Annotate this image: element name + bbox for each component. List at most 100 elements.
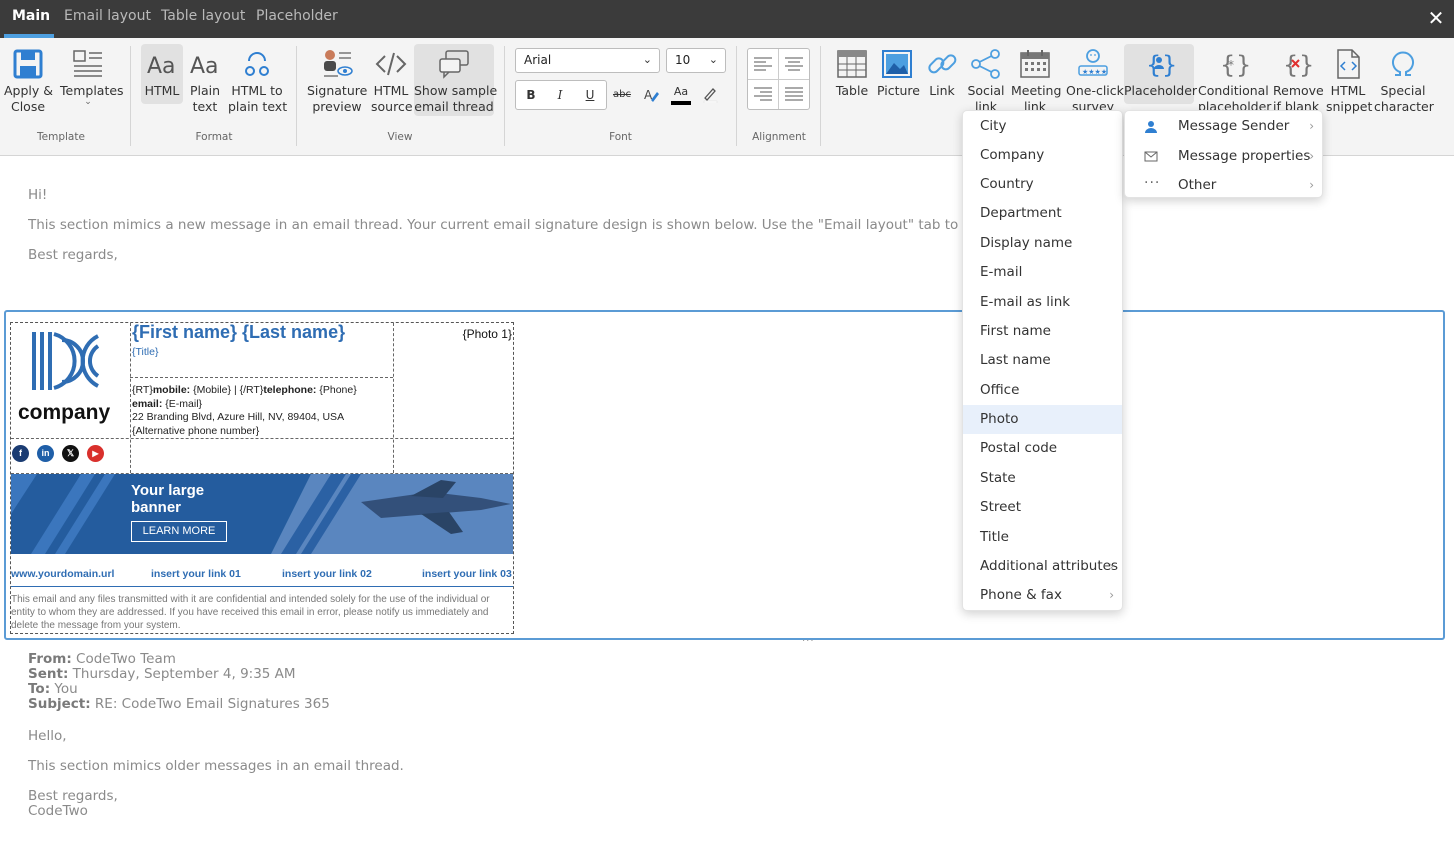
- menu-item-message-sender[interactable]: Message Sender ›: [1125, 112, 1322, 141]
- custom-link-03[interactable]: insert your link 03: [422, 568, 512, 580]
- close-icon[interactable]: ✕: [1426, 8, 1446, 28]
- facebook-icon[interactable]: f: [12, 445, 29, 462]
- plain-text-button[interactable]: Aa Plain text: [187, 44, 223, 115]
- align-right-icon[interactable]: [752, 85, 774, 103]
- menu-item-office[interactable]: Office: [963, 376, 1122, 405]
- conditional-placeholder-button[interactable]: { } * Conditional placeholder: [1198, 44, 1271, 115]
- show-sample-email-thread-button[interactable]: Show sample email thread: [414, 44, 497, 116]
- signature-contact-block[interactable]: {RT}mobile: {Mobile} | {/RT}telephone: {…: [132, 384, 357, 438]
- menu-item-additional-attributes[interactable]: Additional attributes ›: [963, 552, 1122, 581]
- clear-format-button[interactable]: A: [639, 84, 663, 106]
- italic-button[interactable]: I: [548, 84, 572, 106]
- linkedin-icon[interactable]: in: [37, 445, 54, 462]
- clear-format-icon: A: [644, 88, 659, 102]
- chevron-down-icon: ⌄: [708, 53, 718, 66]
- menu-item-city[interactable]: City: [963, 112, 1122, 141]
- signature-preview-button[interactable]: Signature preview: [307, 44, 367, 115]
- picture-button[interactable]: Picture: [877, 44, 920, 99]
- social-link-button[interactable]: Social link: [966, 44, 1006, 115]
- align-left-icon[interactable]: [752, 55, 774, 73]
- menu-item-postal-code[interactable]: Postal code: [963, 434, 1122, 463]
- underline-button[interactable]: U: [578, 84, 602, 106]
- svg-text:{: {: [1146, 51, 1161, 79]
- remove-if-blank-button[interactable]: { } Remove if blank: [1273, 44, 1324, 115]
- signature-photo-placeholder[interactable]: {Photo 1}: [463, 327, 512, 341]
- omega-icon: [1392, 51, 1414, 76]
- divider: [130, 46, 131, 146]
- svg-text:Aa: Aa: [147, 54, 176, 79]
- group-label-alignment: Alignment: [752, 131, 806, 143]
- menu-item-display-name[interactable]: Display name: [963, 229, 1122, 258]
- tab-main[interactable]: Main: [12, 8, 50, 24]
- align-justify-icon[interactable]: [783, 85, 805, 103]
- highlight-button[interactable]: [698, 84, 722, 106]
- divider: [736, 46, 737, 146]
- align-center-icon[interactable]: [783, 55, 805, 73]
- menu-item-phone-fax[interactable]: Phone & fax ›: [963, 581, 1122, 610]
- top-tab-bar: Main Email layout Table layout Placehold…: [0, 0, 1454, 38]
- link-button[interactable]: Link: [924, 44, 960, 99]
- contact-alt-phone-line: {Alternative phone number}: [132, 424, 260, 437]
- html-snippet-icon: [1337, 49, 1360, 79]
- font-color-swatch: [671, 101, 691, 105]
- signature-title[interactable]: {Title}: [132, 346, 158, 358]
- new-message-closing: Best regards,: [28, 247, 118, 263]
- menu-item-email-as-link[interactable]: E-mail as link: [963, 288, 1122, 317]
- menu-item-company[interactable]: Company: [963, 141, 1122, 170]
- html-source-button[interactable]: HTML source: [371, 44, 413, 115]
- divider: [296, 46, 297, 146]
- tab-table-layout[interactable]: Table layout: [161, 8, 245, 24]
- special-character-button[interactable]: Special character: [1374, 44, 1434, 115]
- custom-link-01[interactable]: insert your link 01: [151, 568, 241, 580]
- menu-item-last-name[interactable]: Last name: [963, 346, 1122, 375]
- html-to-plain-text-button[interactable]: HTML to plain text: [228, 44, 287, 115]
- resize-handle[interactable]: ···: [802, 636, 815, 647]
- share-icon: [971, 49, 1000, 79]
- tab-email-layout[interactable]: Email layout: [64, 8, 151, 24]
- signature-name[interactable]: {First name} {Last name}: [132, 322, 345, 343]
- menu-item-title[interactable]: Title: [963, 523, 1122, 552]
- font-size-select[interactable]: 10 ⌄: [666, 48, 726, 73]
- custom-link-02[interactable]: insert your link 02: [282, 568, 372, 580]
- youtube-icon[interactable]: ▶: [87, 445, 104, 462]
- more-icon: ···: [1144, 175, 1161, 191]
- one-click-survey-button[interactable]: ★★★★ One-click survey: [1066, 44, 1124, 115]
- templates-button[interactable]: Templates ⌄: [60, 44, 124, 107]
- domain-link[interactable]: www.yourdomain.url: [11, 568, 114, 580]
- group-label-view: View: [387, 131, 413, 143]
- templates-icon: [73, 50, 102, 77]
- font-family-select[interactable]: Arial ⌄: [515, 48, 660, 73]
- menu-item-photo[interactable]: Photo: [963, 405, 1122, 434]
- signature-banner[interactable]: Your large banner LEARN MORE: [11, 474, 513, 554]
- menu-item-message-properties[interactable]: Message properties ›: [1125, 142, 1322, 171]
- html-snippet-button[interactable]: HTML snippet: [1326, 44, 1372, 115]
- menu-item-email[interactable]: E-mail: [963, 258, 1122, 287]
- bold-button[interactable]: B: [519, 84, 543, 106]
- apply-close-button[interactable]: Apply & Close: [4, 44, 53, 115]
- placeholder-icon: { }: [1146, 51, 1176, 79]
- envelope-icon: [1144, 151, 1158, 162]
- menu-item-department[interactable]: Department: [963, 199, 1122, 228]
- convert-icon: [245, 52, 269, 76]
- placeholder-button[interactable]: { } Placeholder: [1124, 44, 1197, 104]
- menu-item-state[interactable]: State: [963, 464, 1122, 493]
- new-message-greeting: Hi!: [28, 187, 48, 203]
- chevron-right-icon: ›: [1109, 559, 1114, 573]
- font-color-button[interactable]: Aa: [669, 84, 693, 106]
- menu-item-other[interactable]: ··· Other ›: [1125, 171, 1322, 200]
- contact-email-line: email: {E-mail}: [132, 397, 203, 410]
- strikethrough-button[interactable]: abc: [610, 84, 634, 106]
- learn-more-button[interactable]: LEARN MORE: [131, 521, 227, 542]
- meeting-link-button[interactable]: Meeting link: [1011, 44, 1061, 115]
- svg-text:}: }: [1299, 51, 1313, 79]
- x-icon[interactable]: 𝕏: [62, 445, 79, 462]
- menu-item-country[interactable]: Country: [963, 170, 1122, 199]
- html-format-button[interactable]: Aa HTML: [141, 44, 183, 104]
- table-button[interactable]: Table: [834, 44, 870, 99]
- tab-placeholder[interactable]: Placeholder: [256, 8, 338, 24]
- cell-border: [393, 323, 394, 473]
- chevron-down-icon: ⌄: [642, 53, 652, 66]
- signature-disclaimer[interactable]: This email and any files transmitted wit…: [11, 593, 513, 632]
- menu-item-first-name[interactable]: First name: [963, 317, 1122, 346]
- menu-item-street[interactable]: Street: [963, 493, 1122, 522]
